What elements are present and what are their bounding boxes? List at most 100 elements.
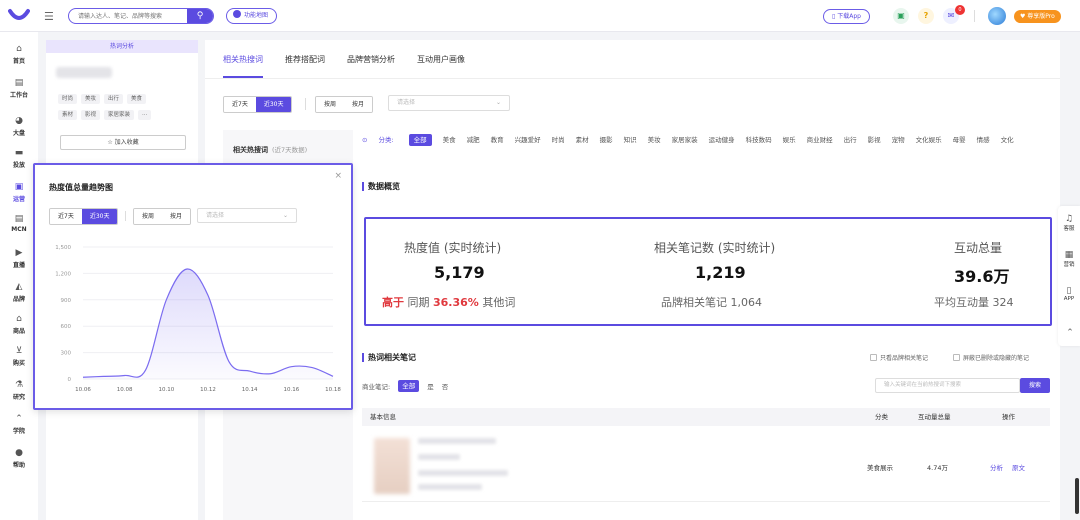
global-search: ⚲ (68, 8, 214, 24)
blurred-text (418, 484, 482, 490)
category-option[interactable]: 时尚 (552, 132, 565, 148)
search-icon[interactable]: ⚲ (187, 9, 213, 23)
category-option[interactable]: 美妆 (648, 132, 661, 148)
scrollbar[interactable] (1075, 478, 1079, 514)
global-search-input[interactable] (69, 9, 187, 23)
close-icon[interactable]: × (334, 171, 342, 181)
sidebar-item-label: 学院 (12, 428, 25, 435)
keyword-search-button[interactable]: 搜索 (1020, 378, 1050, 393)
category-option[interactable]: 宠物 (892, 132, 905, 148)
sidebar-item-12[interactable]: ● 帮助 (0, 448, 38, 469)
sidebar-item-1[interactable]: ▤ 工作台 (0, 78, 38, 99)
category-option[interactable]: 文化娱乐 (916, 132, 942, 148)
toggle-option[interactable]: 按月 (344, 97, 373, 112)
col-interactions: 互动量总量 (918, 413, 951, 421)
tag[interactable]: 美食 (127, 94, 147, 104)
business-note-label: 商业笔记: (362, 383, 391, 391)
popup-select[interactable]: 请选择 ⌄ (197, 208, 297, 223)
category-option[interactable]: 减肥 (467, 132, 480, 148)
function-map-button[interactable]: 功能地图 (226, 8, 278, 24)
original-link[interactable]: 原文 (1012, 462, 1025, 472)
avatar[interactable] (988, 7, 1006, 25)
sidebar-item-label: 品牌 (12, 296, 25, 303)
category-option[interactable]: 教育 (491, 132, 504, 148)
toggle-option[interactable]: 按周 (134, 209, 163, 224)
blurred-text (418, 470, 508, 476)
category-option[interactable]: 兴趣爱好 (515, 132, 541, 148)
tag[interactable]: 时尚 (58, 94, 78, 104)
category-option[interactable]: 影视 (868, 132, 881, 148)
toggle-option[interactable]: 近7天 (224, 97, 256, 112)
category-option[interactable]: 文化 (1001, 132, 1014, 148)
hide-deleted-checkbox[interactable]: 屏蔽已删除或隐藏的笔记 (953, 353, 1029, 362)
trend-chart: 0 300 600 900 1,200 1,500 10.06 10.08 10.10 10.12… (55, 245, 341, 393)
right-tool-label: APP (1063, 296, 1075, 302)
analyze-link[interactable]: 分析 (990, 462, 1003, 472)
tab-3[interactable]: 互动用户画像 (417, 40, 465, 78)
right-tool-1[interactable]: ▦ 营销 (1058, 250, 1080, 268)
tab-1[interactable]: 推荐搭配词 (285, 40, 325, 78)
category-option[interactable]: 商业财经 (807, 132, 833, 148)
tab-0[interactable]: 相关热搜词 (223, 40, 263, 78)
category-option[interactable]: 家居家装 (672, 132, 698, 148)
logo-icon[interactable] (8, 7, 30, 23)
business-option[interactable]: 否 (442, 381, 449, 391)
tag[interactable]: ··· (138, 110, 152, 120)
back-to-top-icon[interactable]: ⌃ (1060, 328, 1080, 338)
tag[interactable]: 美妆 (81, 94, 101, 104)
right-tool-2[interactable]: ▯ APP (1058, 286, 1080, 302)
sidebar-item-2[interactable]: ◕ 大盘 (0, 116, 38, 137)
right-tool-0[interactable]: ♫ 客服 (1058, 214, 1080, 232)
divider (125, 211, 126, 221)
keyword-search-input[interactable]: 输入关键词在当前热搜词下搜索 (875, 378, 1020, 393)
download-app-button[interactable]: ▯ 下载App (823, 9, 870, 24)
brand-only-checkbox[interactable]: 只看品牌相关笔记 (870, 353, 928, 362)
tag[interactable]: 素材 (58, 110, 78, 120)
checkbox-icon (953, 354, 960, 361)
category-option[interactable]: 出行 (844, 132, 857, 148)
pie-icon: ◕ (15, 116, 23, 126)
x-tick-label: 10.18 (325, 387, 341, 393)
stat-interactions-title: 互动总量 (954, 241, 1003, 255)
tag[interactable]: 影视 (81, 110, 101, 120)
tag[interactable]: 出行 (104, 94, 124, 104)
category-option[interactable]: 运动健身 (709, 132, 735, 148)
category-option[interactable]: 情感 (977, 132, 990, 148)
business-option[interactable]: 是 (427, 381, 434, 391)
category-option[interactable]: 母婴 (953, 132, 966, 148)
toggle-option[interactable]: 按月 (162, 209, 191, 224)
toggle-option[interactable]: 近30天 (255, 97, 292, 112)
add-favorite-button[interactable]: ☆ 加入收藏 (60, 135, 186, 150)
tag[interactable]: 家居家装 (104, 110, 135, 120)
category-option[interactable]: 全部 (408, 134, 432, 146)
category-option[interactable]: 科技数码 (746, 132, 772, 148)
vip-badge[interactable]: ♥ 尊享版Pro (1014, 10, 1061, 23)
menu-toggle-icon[interactable]: ☰ (44, 10, 54, 23)
toggle-option[interactable]: 按周 (316, 97, 345, 112)
business-option[interactable]: 全部 (398, 380, 420, 392)
category-option[interactable]: 娱乐 (783, 132, 796, 148)
area-fill (83, 268, 333, 379)
category-option[interactable]: 素材 (576, 132, 589, 148)
stat-heat-compare: 高于 同期 36.36% 其他词 (382, 294, 515, 310)
popup-title: 热度值总量趋势图 (49, 183, 113, 192)
sidebar-item-11[interactable]: ⌃ 学院 (0, 414, 38, 435)
question-icon[interactable]: ? (918, 8, 934, 24)
chevron-down-icon: ⌄ (495, 99, 501, 106)
divider (974, 10, 975, 22)
briefcase-icon[interactable]: ▣ (893, 8, 909, 24)
toggle-option[interactable]: 近30天 (81, 209, 118, 224)
category-option[interactable]: 美食 (443, 132, 456, 148)
toggle-option[interactable]: 近7天 (50, 209, 82, 224)
related-search-subtitle: (近7天数据) (272, 146, 308, 154)
top-bar: ☰ ⚲ 功能地图 ▯ 下载App ▣ ? ✉ 0 ♥ 尊享版Pro (0, 0, 1080, 32)
sidebar-item-0[interactable]: ⌂ 首页 (0, 44, 38, 65)
category-option[interactable]: 知识 (624, 132, 637, 148)
stat-interactions-sub: 平均互动量 324 (934, 296, 1014, 309)
category-option[interactable]: 摄影 (600, 132, 613, 148)
tab-2[interactable]: 品牌营销分析 (347, 40, 395, 78)
compare-suffix: 其他词 (482, 296, 516, 309)
period-select[interactable]: 请选择 ⌄ (388, 95, 510, 111)
note-thumbnail[interactable] (374, 438, 410, 494)
related-search-title: 相关热搜词 (近7天数据) (233, 144, 307, 155)
